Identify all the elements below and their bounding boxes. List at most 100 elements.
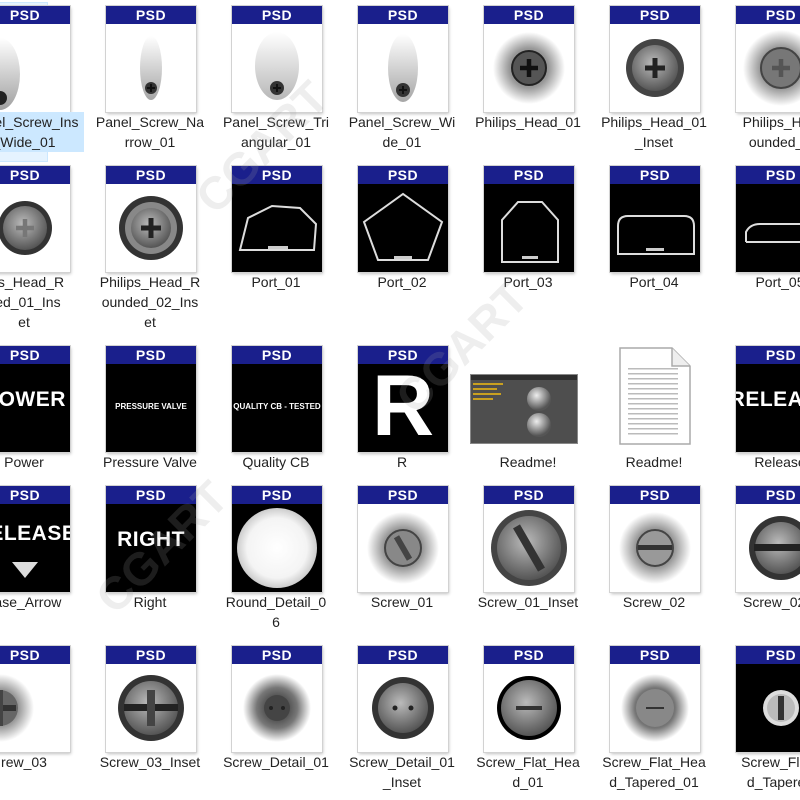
file-item[interactable]: Readme! xyxy=(468,340,588,500)
file-item[interactable]: PSD Port_04 xyxy=(594,160,714,320)
thumbnail-preview: R xyxy=(358,358,448,452)
file-item[interactable]: PSD PRESSURE VALVE Pressure Valve xyxy=(90,340,210,500)
file-name-label: lips_Head_R ded_01_Ins et xyxy=(0,274,65,330)
file-item[interactable]: PSD rew_03 xyxy=(0,640,84,800)
file-thumbnail[interactable]: PSD xyxy=(610,6,700,112)
file-thumbnail[interactable]: PSD xyxy=(484,6,574,112)
file-thumbnail[interactable]: PSD xyxy=(232,6,322,112)
file-thumbnail[interactable]: PSD xyxy=(106,6,196,112)
psd-badge: PSD xyxy=(484,646,574,664)
file-name-label: Screw_02 xyxy=(622,594,686,610)
file-thumbnail[interactable]: PSD QUALITY CB - TESTED xyxy=(232,346,322,452)
file-item[interactable]: PSD Screw_02_I xyxy=(720,480,800,640)
file-thumbnail[interactable]: PSD RELEASE xyxy=(736,346,800,452)
file-thumbnail[interactable]: PSD xyxy=(736,646,800,752)
file-thumbnail[interactable]: PSD xyxy=(484,646,574,752)
psd-file-icon: PSD xyxy=(736,166,800,272)
file-item[interactable]: PSD Panel_Screw_Na rrow_01 xyxy=(90,0,210,160)
psd-badge: PSD xyxy=(0,486,70,504)
file-item[interactable]: PSD Screw_01 xyxy=(342,480,462,640)
file-item[interactable]: PSD RELEASE ease_Arrow xyxy=(0,480,84,640)
thumbnail-preview xyxy=(358,184,448,272)
file-item[interactable]: PSD Screw_02 xyxy=(594,480,714,640)
file-item[interactable]: PSD R R xyxy=(342,340,462,500)
psd-file-icon: PSD xyxy=(232,6,322,112)
file-item[interactable]: PSD Screw_01_Inset xyxy=(468,480,588,640)
file-item[interactable]: PSD Round_Detail_0 6 xyxy=(216,480,336,640)
file-thumbnail[interactable]: PSD xyxy=(610,166,700,272)
file-thumbnail[interactable]: PSD xyxy=(358,6,448,112)
file-item[interactable]: PSD RIGHT Right xyxy=(90,480,210,640)
psd-file-icon: PSD RELEASE xyxy=(0,486,70,592)
file-item[interactable]: PSD Panel_Screw_Wi de_01 xyxy=(342,0,462,160)
file-thumbnail[interactable]: PSD xyxy=(358,166,448,272)
psd-file-icon: PSD xyxy=(484,166,574,272)
file-thumbnail[interactable]: PSD xyxy=(0,166,70,272)
file-item[interactable]: PSD RELEASE Release xyxy=(720,340,800,500)
psd-badge: PSD xyxy=(232,486,322,504)
psd-file-icon: PSD xyxy=(736,486,800,592)
file-name-label: Readme! xyxy=(625,454,683,470)
file-item[interactable]: PSD Screw_03_Inset xyxy=(90,640,210,800)
file-thumbnail[interactable]: PSD xyxy=(484,486,574,592)
file-item[interactable]: PSD POWER Power xyxy=(0,340,84,500)
file-item[interactable]: PSD QUALITY CB - TESTED Quality CB xyxy=(216,340,336,500)
psd-badge: PSD xyxy=(358,486,448,504)
file-name-label: Port_02 xyxy=(377,274,427,290)
file-grid: PSD Panel_Screw_Ins _Wide_01PSD Panel_Sc… xyxy=(0,0,800,800)
file-thumbnail[interactable] xyxy=(610,346,700,452)
file-item[interactable]: PSD Port_05 xyxy=(720,160,800,320)
file-thumbnail[interactable]: PSD xyxy=(610,486,700,592)
thumbnail-preview: RELEASE xyxy=(0,504,70,592)
file-thumbnail[interactable]: PSD xyxy=(358,646,448,752)
file-item[interactable]: PSD Screw_Flat_Hea d_Tapered_01 xyxy=(594,640,714,800)
file-item[interactable]: PSD Screw_Flat_Hea d_01 xyxy=(468,640,588,800)
thumbnail-preview xyxy=(484,184,574,272)
file-thumbnail[interactable]: PSD xyxy=(736,166,800,272)
file-item[interactable]: PSD Port_01 xyxy=(216,160,336,320)
file-thumbnail[interactable]: PSD RIGHT xyxy=(106,486,196,592)
file-thumbnail[interactable]: PSD xyxy=(358,486,448,592)
thumbnail-preview xyxy=(484,504,574,592)
file-item[interactable]: PSD Screw_Detail_01 _Inset xyxy=(342,640,462,800)
file-thumbnail[interactable]: PSD xyxy=(106,646,196,752)
file-thumbnail[interactable]: PSD xyxy=(736,486,800,592)
file-thumbnail[interactable]: PSD xyxy=(610,646,700,752)
file-thumbnail[interactable]: PSD xyxy=(484,166,574,272)
file-item[interactable]: PSD Philips_Head_01 _Inset xyxy=(594,0,714,160)
psd-file-icon: PSD PRESSURE VALVE xyxy=(106,346,196,452)
file-thumbnail[interactable]: PSD xyxy=(106,166,196,272)
file-item[interactable]: PSD Port_03 xyxy=(468,160,588,320)
file-thumbnail[interactable]: PSD xyxy=(232,166,322,272)
file-item[interactable]: PSD Screw_Flat_ d_Tapered xyxy=(720,640,800,800)
file-thumbnail[interactable]: PSD PRESSURE VALVE xyxy=(106,346,196,452)
file-thumbnail[interactable]: PSD xyxy=(232,486,322,592)
file-item[interactable]: PSD Panel_Screw_Tri angular_01 xyxy=(216,0,336,160)
file-item[interactable]: PSD lips_Head_R ded_01_Ins et xyxy=(0,160,84,330)
file-thumbnail[interactable]: PSD xyxy=(232,646,322,752)
thumbnail-preview xyxy=(358,24,448,112)
file-item[interactable]: PSD Panel_Screw_Ins _Wide_01 xyxy=(0,0,84,162)
file-name-label: Port_03 xyxy=(503,274,553,290)
psd-file-icon: PSD xyxy=(0,6,70,112)
file-item[interactable]: PSD Philips_Head_01 xyxy=(468,0,588,160)
thumbnail-preview xyxy=(232,504,322,592)
file-name-label: Pressure Valve xyxy=(103,454,197,470)
psd-badge: PSD xyxy=(736,646,800,664)
file-thumbnail[interactable]: PSD R xyxy=(358,346,448,452)
file-item[interactable]: PSD Philips_Hea ounded_0 xyxy=(720,0,800,160)
file-name-label: Screw_02_I xyxy=(743,594,800,610)
file-item[interactable]: PSD Screw_Detail_01 xyxy=(216,640,336,800)
file-item[interactable]: Readme! xyxy=(594,340,714,500)
psd-badge: PSD xyxy=(736,6,800,24)
file-thumbnail[interactable]: PSD xyxy=(0,646,70,752)
file-item[interactable]: PSD Philips_Head_R ounded_02_Ins et xyxy=(90,160,210,330)
file-thumbnail[interactable] xyxy=(470,346,578,452)
file-thumbnail[interactable]: PSD xyxy=(736,6,800,112)
file-thumbnail[interactable]: PSD RELEASE xyxy=(0,486,70,592)
psd-file-icon: PSD xyxy=(484,486,574,592)
file-thumbnail[interactable]: PSD POWER xyxy=(0,346,70,452)
file-thumbnail[interactable]: PSD xyxy=(0,6,70,112)
psd-badge: PSD xyxy=(0,166,70,184)
file-item[interactable]: PSD Port_02 xyxy=(342,160,462,320)
